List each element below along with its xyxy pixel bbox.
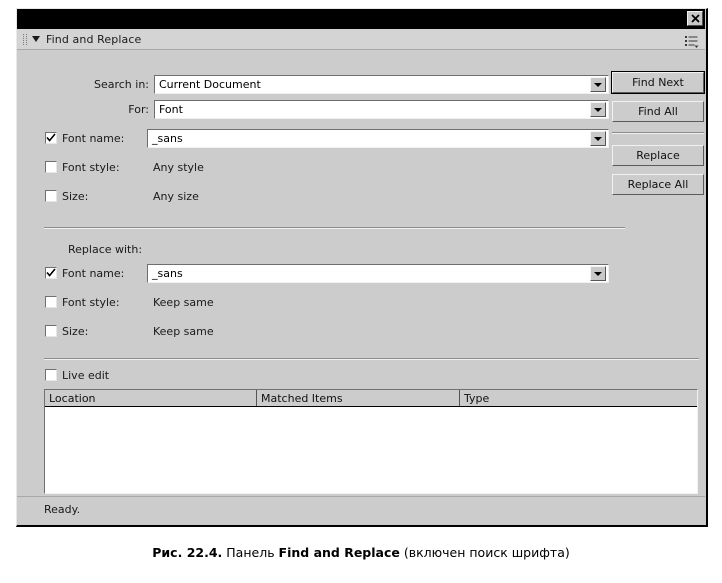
panel-options-menu-icon[interactable] [685, 33, 699, 48]
for-combobox[interactable]: Font [154, 100, 609, 119]
chevron-down-icon[interactable] [590, 102, 606, 117]
panel-header[interactable]: Find and Replace [17, 29, 705, 50]
column-header-location[interactable]: Location [45, 390, 257, 406]
results-list[interactable]: Location Matched Items Type [44, 389, 698, 494]
status-bar: Ready. [17, 496, 705, 524]
close-icon[interactable] [687, 11, 703, 26]
section-divider-top [44, 227, 625, 229]
search-in-value: Current Document [159, 78, 261, 91]
search-size-label: Size: [62, 190, 89, 203]
live-edit-label: Live edit [62, 369, 110, 382]
results-rows[interactable] [45, 407, 697, 493]
chevron-down-icon[interactable] [590, 77, 606, 92]
search-font-style-value: Any style [153, 161, 204, 174]
search-font-name-label: Font name: [62, 132, 125, 145]
replace-size-value: Keep same [153, 325, 214, 338]
search-size-checkbox[interactable] [45, 190, 57, 202]
button-group-divider [612, 132, 704, 134]
for-value: Font [159, 103, 183, 116]
replace-font-name-combobox[interactable]: _sans [147, 264, 609, 283]
replace-size-checkbox[interactable] [45, 325, 57, 337]
section-divider-bottom [44, 358, 699, 360]
search-size-value: Any size [153, 190, 199, 203]
panel-title: Find and Replace [46, 32, 142, 46]
search-in-combobox[interactable]: Current Document [154, 75, 609, 94]
replace-size-label: Size: [62, 325, 89, 338]
find-all-button[interactable]: Find All [612, 101, 704, 122]
search-font-style-label: Font style: [62, 161, 120, 174]
replace-font-name-label: Font name: [62, 267, 125, 280]
panel-body: Search in: Current Document For: Font Fo… [17, 50, 705, 524]
drag-grip-icon[interactable] [21, 33, 30, 45]
status-text: Ready. [44, 503, 81, 516]
figure-number: Рис. 22.4. [152, 545, 223, 560]
search-font-name-combobox[interactable]: _sans [147, 129, 609, 148]
replace-font-style-value: Keep same [153, 296, 214, 309]
figure-caption: Рис. 22.4. Панель Find and Replace (вклю… [0, 545, 722, 560]
live-edit-checkbox[interactable] [45, 369, 57, 381]
replace-font-name-value: _sans [152, 267, 183, 280]
search-font-style-checkbox[interactable] [45, 161, 57, 173]
search-in-label: Search in: [93, 78, 149, 91]
triangle-down-icon[interactable] [32, 36, 40, 42]
chevron-down-icon[interactable] [590, 266, 606, 281]
replace-button[interactable]: Replace [612, 145, 704, 166]
replace-all-button[interactable]: Replace All [612, 174, 704, 195]
search-font-name-checkbox[interactable] [45, 132, 57, 144]
column-header-matched-items[interactable]: Matched Items [257, 390, 460, 406]
find-and-replace-window: Find and Replace Search in: Current Docu… [16, 8, 708, 527]
replace-with-heading: Replace with: [68, 243, 143, 256]
results-column-headers: Location Matched Items Type [45, 390, 697, 407]
caption-text-before: Панель [226, 545, 275, 560]
replace-font-style-label: Font style: [62, 296, 120, 309]
caption-bold-term: Find and Replace [278, 545, 400, 560]
column-header-type[interactable]: Type [460, 390, 697, 406]
find-next-button[interactable]: Find Next [611, 71, 705, 94]
for-label: For: [128, 103, 149, 116]
replace-font-name-checkbox[interactable] [45, 267, 57, 279]
search-font-name-value: _sans [152, 132, 183, 145]
replace-font-style-checkbox[interactable] [45, 296, 57, 308]
caption-text-after: (включен поиск шрифта) [403, 545, 570, 560]
chevron-down-icon[interactable] [590, 131, 606, 146]
window-title-bar[interactable] [17, 9, 705, 29]
